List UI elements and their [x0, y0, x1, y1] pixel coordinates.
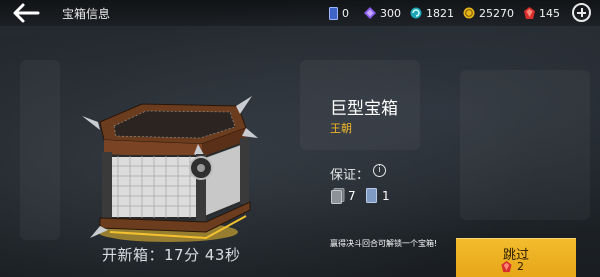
currency-value: 300 [380, 6, 401, 20]
card-count: 7 [348, 189, 356, 203]
skip-cost-value: 2 [517, 260, 524, 273]
gray-card-icon [331, 188, 345, 204]
red-gem-icon [501, 260, 512, 272]
top-bar: 宝箱信息 0 300 1821 25270 145 [0, 0, 600, 26]
unlock-timer: 开新箱：17分 43秒 [102, 244, 240, 265]
timer-label: 开新箱： [102, 246, 165, 264]
chest-tier: 王朝 [330, 122, 352, 135]
timer-value: 17分 43秒 [164, 246, 241, 264]
skip-button[interactable]: 跳过 2 [456, 238, 576, 277]
card-count: 1 [382, 188, 390, 203]
currency-value: 1821 [426, 6, 454, 20]
page-title: 宝箱信息 [62, 7, 111, 21]
currency-gold[interactable]: 25270 [463, 4, 514, 22]
back-button[interactable] [10, 2, 42, 24]
background-blur-panel [20, 60, 60, 240]
currency-red-gem[interactable]: 145 [524, 4, 560, 22]
guarantee-label: 保证： [330, 168, 370, 183]
background-blur-panel [460, 70, 590, 220]
red-gem-icon [524, 6, 535, 19]
currency-value: 145 [539, 6, 560, 20]
unlock-notice: 赢得决斗回合可解锁一个宝箱! [330, 239, 438, 248]
currency-purple-gem[interactable]: 300 [364, 4, 401, 22]
guaranteed-card-rare: 1 [366, 188, 390, 203]
skip-cost: 2 [501, 260, 524, 273]
chest-image [70, 92, 260, 252]
teal-swirl-icon [410, 7, 422, 19]
currency-value: 25270 [479, 6, 514, 20]
giant-chest-icon [82, 96, 258, 242]
gold-coin-icon [463, 7, 475, 19]
currency-teal[interactable]: 1821 [410, 4, 454, 22]
currency-cards[interactable]: 0 [329, 4, 349, 22]
blue-card-icon [366, 188, 377, 203]
add-currency-button[interactable] [572, 3, 591, 22]
guaranteed-card-common: 7 [331, 188, 356, 204]
chest-name: 巨型宝箱 [330, 99, 398, 119]
purple-gem-icon [364, 7, 376, 19]
info-icon[interactable]: i [373, 164, 386, 177]
blue-card-icon [329, 6, 338, 20]
currency-value: 0 [342, 6, 349, 20]
back-arrow-icon [13, 3, 40, 23]
